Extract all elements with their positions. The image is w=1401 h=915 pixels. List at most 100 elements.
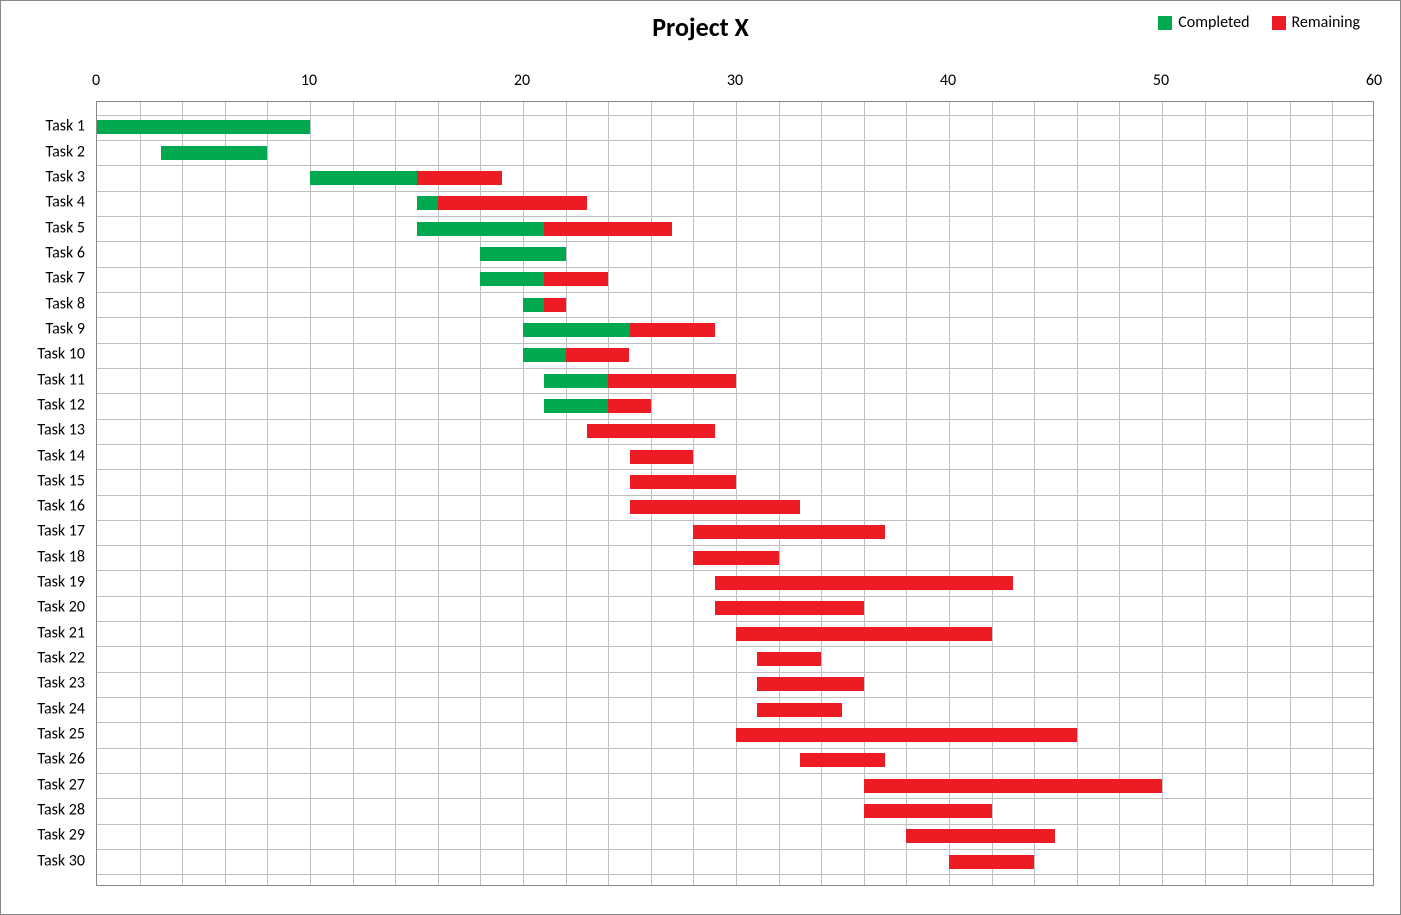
y-axis-label: Task 25 — [1, 725, 91, 744]
x-axis-tick: 30 — [727, 71, 743, 90]
bar-completed — [161, 146, 268, 160]
y-axis-label: Task 30 — [1, 851, 91, 870]
grid-line-vertical — [182, 102, 183, 885]
legend-swatch-remaining — [1272, 16, 1286, 30]
grid-line-vertical — [1162, 102, 1163, 885]
y-axis-label: Task 11 — [1, 370, 91, 389]
x-axis-tick: 50 — [1153, 71, 1169, 90]
grid-line-vertical — [651, 102, 652, 885]
y-axis-label: Task 29 — [1, 826, 91, 845]
y-axis-label: Task 21 — [1, 623, 91, 642]
grid-line-horizontal — [97, 267, 1373, 268]
y-axis-label: Task 19 — [1, 573, 91, 592]
bar-remaining — [693, 525, 885, 539]
y-axis-label: Task 27 — [1, 775, 91, 794]
x-axis-tick: 60 — [1366, 71, 1382, 90]
grid-line-vertical — [992, 102, 993, 885]
bar-remaining — [544, 298, 565, 312]
grid-line-horizontal — [97, 545, 1373, 546]
x-axis-tick: 20 — [514, 71, 530, 90]
grid-line-horizontal — [97, 343, 1373, 344]
y-axis-label: Task 4 — [1, 193, 91, 212]
bar-completed — [417, 196, 438, 210]
grid-line-vertical — [779, 102, 780, 885]
grid-line-vertical — [608, 102, 609, 885]
legend-label-completed: Completed — [1178, 13, 1249, 32]
grid-line-vertical — [480, 102, 481, 885]
bar-completed — [544, 374, 608, 388]
y-axis-label: Task 23 — [1, 674, 91, 693]
bar-completed — [523, 348, 566, 362]
bar-remaining — [949, 855, 1034, 869]
grid-line-horizontal — [97, 621, 1373, 622]
grid-line-vertical — [267, 102, 268, 885]
grid-line-vertical — [225, 102, 226, 885]
grid-line-horizontal — [97, 874, 1373, 875]
grid-line-horizontal — [97, 520, 1373, 521]
legend-swatch-completed — [1158, 16, 1172, 30]
y-axis-label: Task 17 — [1, 522, 91, 541]
grid-line-horizontal — [97, 773, 1373, 774]
y-axis-label: Task 6 — [1, 243, 91, 262]
bar-remaining — [736, 627, 992, 641]
bar-remaining — [715, 576, 1013, 590]
grid-line-vertical — [1247, 102, 1248, 885]
bar-remaining — [438, 196, 587, 210]
y-axis-label: Task 8 — [1, 294, 91, 313]
grid-line-horizontal — [97, 672, 1373, 673]
x-axis-tick: 0 — [92, 71, 100, 90]
bar-remaining — [566, 348, 630, 362]
grid-line-horizontal — [97, 798, 1373, 799]
y-axis-label: Task 13 — [1, 421, 91, 440]
grid-line-horizontal — [97, 469, 1373, 470]
y-axis-label: Task 14 — [1, 446, 91, 465]
y-axis-label: Task 22 — [1, 649, 91, 668]
bar-remaining — [736, 728, 1077, 742]
bar-remaining — [630, 450, 694, 464]
bar-completed — [97, 120, 310, 134]
bar-completed — [480, 272, 544, 286]
y-axis-label: Task 16 — [1, 497, 91, 516]
grid-line-horizontal — [97, 824, 1373, 825]
bar-remaining — [544, 222, 672, 236]
grid-line-vertical — [949, 102, 950, 885]
grid-line-horizontal — [97, 722, 1373, 723]
y-axis-label: Task 10 — [1, 345, 91, 364]
grid-line-vertical — [353, 102, 354, 885]
x-axis-tick: 10 — [301, 71, 317, 90]
bar-remaining — [693, 551, 778, 565]
grid-line-horizontal — [97, 191, 1373, 192]
y-axis-label: Task 12 — [1, 395, 91, 414]
grid-line-horizontal — [97, 241, 1373, 242]
bar-remaining — [587, 424, 715, 438]
bar-remaining — [630, 475, 737, 489]
bar-completed — [310, 171, 417, 185]
grid-line-vertical — [1205, 102, 1206, 885]
bar-completed — [523, 323, 630, 337]
grid-line-vertical — [523, 102, 524, 885]
grid-line-horizontal — [97, 216, 1373, 217]
y-axis-label: Task 24 — [1, 699, 91, 718]
grid-line-vertical — [693, 102, 694, 885]
bar-completed — [417, 222, 545, 236]
y-axis-label: Task 2 — [1, 142, 91, 161]
grid-line-vertical — [864, 102, 865, 885]
legend-item-completed: Completed — [1158, 13, 1249, 32]
grid-line-horizontal — [97, 646, 1373, 647]
bar-remaining — [417, 171, 502, 185]
bar-remaining — [608, 399, 651, 413]
grid-line-horizontal — [97, 140, 1373, 141]
grid-line-vertical — [821, 102, 822, 885]
grid-line-vertical — [906, 102, 907, 885]
grid-line-horizontal — [97, 368, 1373, 369]
bar-completed — [544, 399, 608, 413]
x-axis-tick: 40 — [940, 71, 956, 90]
bar-remaining — [544, 272, 608, 286]
y-axis-label: Task 15 — [1, 471, 91, 490]
grid-line-vertical — [1290, 102, 1291, 885]
grid-line-horizontal — [97, 292, 1373, 293]
grid-line-vertical — [1077, 102, 1078, 885]
legend-item-remaining: Remaining — [1272, 13, 1361, 32]
bar-remaining — [864, 804, 992, 818]
bar-remaining — [864, 779, 1162, 793]
